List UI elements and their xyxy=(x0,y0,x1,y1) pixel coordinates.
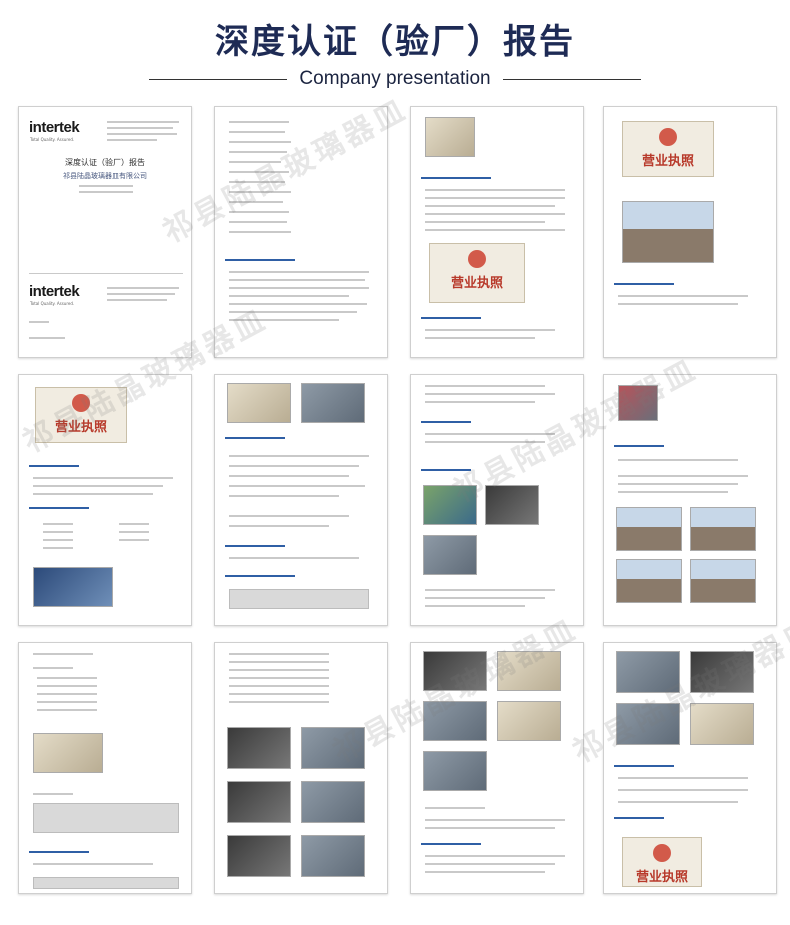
report-page-production xyxy=(410,642,584,894)
cover-report-title: 深度认证（验厂）报告 xyxy=(65,158,145,167)
production-photo xyxy=(497,701,561,741)
factory-photo xyxy=(618,385,658,421)
report-page-cover: intertek Total Quality. Assured. 深度认证（验厂… xyxy=(18,106,192,358)
factory-photo xyxy=(690,507,756,551)
business-license-image: 营业执照 xyxy=(35,387,127,443)
equipment-photo xyxy=(301,835,365,877)
product-photo xyxy=(423,485,477,525)
report-page-license: 营业执照 xyxy=(603,106,777,358)
equipment-photo xyxy=(227,727,291,769)
staff-photo xyxy=(425,117,475,157)
report-page-factory xyxy=(603,374,777,626)
workshop-photo xyxy=(616,651,680,693)
report-page-grid: intertek Total Quality. Assured. 深度认证（验厂… xyxy=(17,92,790,906)
report-page-workshop xyxy=(214,374,388,626)
equipment-photo xyxy=(227,781,291,823)
report-page-toc xyxy=(214,106,388,358)
page-title: 深度认证（验厂）报告 xyxy=(215,22,575,62)
workshop-photo xyxy=(690,651,754,693)
data-table xyxy=(229,589,369,609)
org-chart-image xyxy=(33,567,113,607)
equipment-photo xyxy=(301,781,365,823)
report-page-company-info: 营业执照 xyxy=(410,106,584,358)
data-table xyxy=(33,877,179,889)
report-page-license-2: 营业执照 xyxy=(18,374,192,626)
business-license-image: 营业执照 xyxy=(622,837,702,887)
report-page-equipment xyxy=(214,642,388,894)
screen-photo xyxy=(622,201,714,263)
subtitle-rule-right xyxy=(502,78,641,80)
subtitle-row: Company presentation xyxy=(0,66,790,92)
subtitle-rule-left xyxy=(149,78,288,80)
equipment-photo xyxy=(227,835,291,877)
factory-photo xyxy=(616,507,682,551)
product-photo xyxy=(423,535,477,575)
cover-company-name: 祁县陆晶玻璃器皿有限公司 xyxy=(63,172,147,180)
factory-photo xyxy=(616,559,682,603)
business-license-image: 营业执照 xyxy=(622,121,714,177)
production-photo xyxy=(423,751,487,791)
cover-footer-logo: intertek xyxy=(29,283,80,300)
equipment-photo xyxy=(301,727,365,769)
production-photo xyxy=(423,651,487,691)
report-page-products xyxy=(410,374,584,626)
cover-brand-tag: Total Quality. Assured. xyxy=(30,137,75,142)
report-page-capacity xyxy=(18,642,192,894)
report-page-workshop-2: 营业执照 xyxy=(603,642,777,894)
cover-footer-tag: Total Quality. Assured. xyxy=(30,301,75,306)
product-photo xyxy=(485,485,539,525)
workshop-photo xyxy=(227,383,291,423)
business-license-image: 营业执照 xyxy=(429,243,525,303)
workshop-photo xyxy=(690,703,754,745)
data-table xyxy=(33,803,179,833)
workshop-photo xyxy=(301,383,365,423)
subtitle: Company presentation xyxy=(299,68,491,89)
cover-brand-logo: intertek xyxy=(29,119,80,136)
workshop-photo xyxy=(616,703,680,745)
production-photo xyxy=(423,701,487,741)
factory-photo xyxy=(690,559,756,603)
product-photo xyxy=(33,733,103,773)
production-photo xyxy=(497,651,561,691)
